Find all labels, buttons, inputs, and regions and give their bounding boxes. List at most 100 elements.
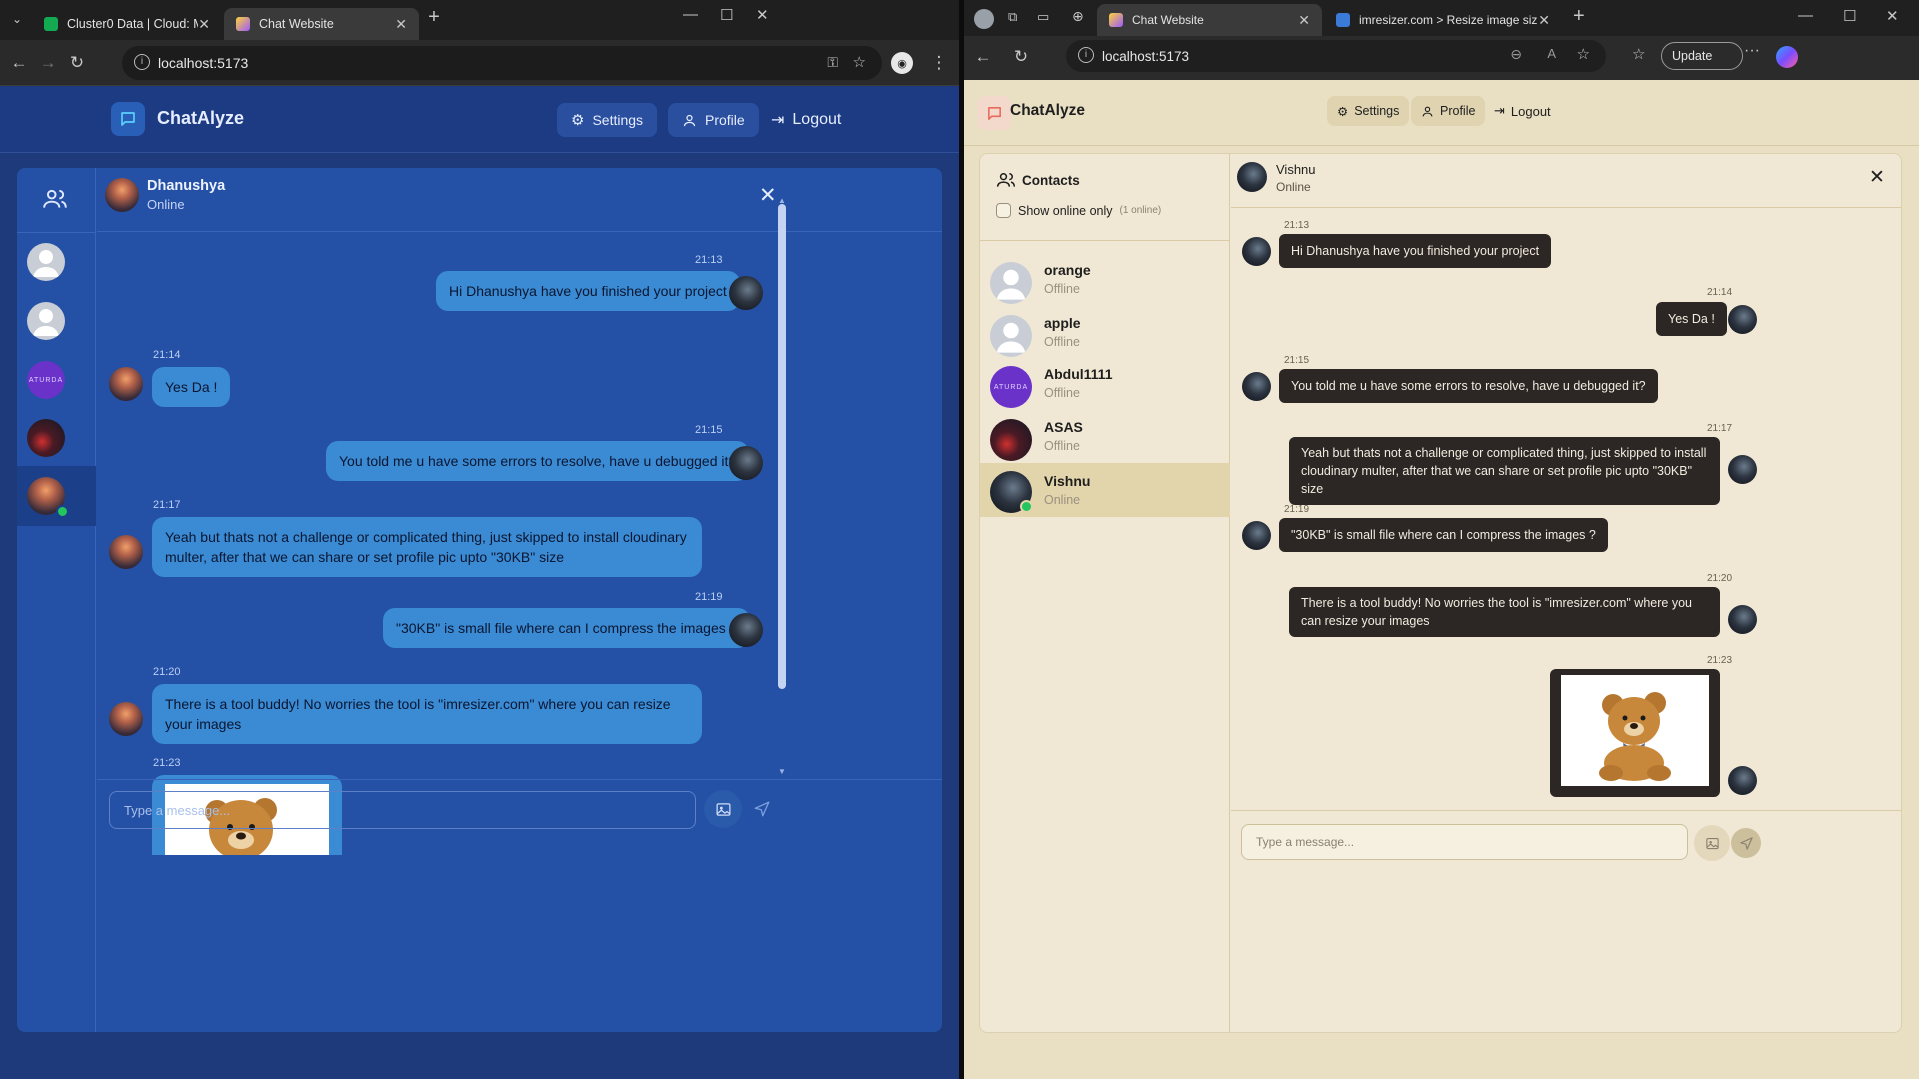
attach-image-button[interactable] bbox=[1694, 825, 1730, 861]
contact-avatar bbox=[990, 262, 1032, 304]
chat-window: Vishnu Online ✕ 21:13 Hi Dhanushya have … bbox=[1231, 154, 1901, 1032]
site-info-icon[interactable]: i bbox=[134, 54, 150, 70]
online-filter-checkbox[interactable] bbox=[996, 203, 1011, 218]
close-window-icon[interactable]: ✕ bbox=[756, 6, 769, 24]
update-label: Update bbox=[1672, 49, 1713, 63]
close-tab-icon[interactable]: ✕ bbox=[395, 16, 407, 33]
contact-status: Offline bbox=[1044, 386, 1080, 400]
contacts-title: Contacts bbox=[1022, 172, 1080, 188]
reload-icon[interactable]: ↻ bbox=[64, 50, 90, 76]
chat-container: ATURDA Dhanushya Online ✕ 21:13 Hi Dhanu… bbox=[17, 168, 942, 1032]
teddy-bear-image[interactable] bbox=[1561, 675, 1709, 786]
new-tab-icon[interactable]: + bbox=[1573, 5, 1585, 28]
tab-title: Chat Website bbox=[259, 17, 334, 31]
workspaces-icon[interactable]: ⧉ bbox=[1008, 9, 1017, 25]
brand-name[interactable]: ChatAlyze bbox=[1010, 102, 1085, 120]
forward-icon[interactable]: → bbox=[35, 50, 61, 76]
tab-actions-icon[interactable]: ▭ bbox=[1037, 9, 1049, 25]
sender-avatar bbox=[1728, 305, 1757, 334]
read-aloud-icon[interactable]: A bbox=[1547, 46, 1556, 61]
chat-logo-icon bbox=[977, 96, 1011, 130]
receiver-avatar bbox=[109, 367, 143, 401]
tab-search-icon[interactable]: ⌄ bbox=[4, 6, 30, 32]
chat-partner-name: Dhanushya bbox=[147, 178, 226, 194]
image-message[interactable] bbox=[1550, 669, 1720, 797]
tab-title: imresizer.com > Resize image siz bbox=[1359, 13, 1538, 27]
profile-avatar-icon[interactable]: ◉ bbox=[891, 52, 913, 74]
close-tab-icon[interactable]: ✕ bbox=[1298, 12, 1310, 29]
profile-avatar-icon[interactable] bbox=[974, 9, 994, 29]
minimize-icon[interactable]: — bbox=[1798, 7, 1813, 24]
contact-item-selected[interactable]: Vishnu Online bbox=[980, 463, 1230, 517]
contact-selected-highlight[interactable] bbox=[17, 466, 96, 526]
site-info-icon[interactable]: i bbox=[1078, 47, 1094, 63]
message-list: 21:13 Hi Dhanushya have you finished you… bbox=[97, 233, 942, 939]
message-bubble-sent: "30KB" is small file where can I compres… bbox=[383, 608, 751, 648]
favorite-star-icon[interactable]: ☆ bbox=[1577, 45, 1590, 63]
more-dots-icon[interactable]: ··· bbox=[1744, 42, 1760, 60]
contacts-icon[interactable] bbox=[42, 186, 68, 217]
tab-mongodb[interactable]: Cluster0 Data | Cloud: MongoD ✕ bbox=[32, 8, 222, 40]
chat-container: Contacts Show online only (1 online) ora… bbox=[979, 153, 1902, 1033]
scroll-up-arrow[interactable]: ▲ bbox=[778, 196, 786, 205]
back-icon[interactable]: ← bbox=[970, 44, 996, 70]
send-button[interactable] bbox=[1731, 828, 1761, 858]
message-bubble-sent: You told me u have some errors to resolv… bbox=[326, 441, 750, 481]
close-chat-icon[interactable]: ✕ bbox=[1869, 166, 1885, 189]
attach-image-button[interactable] bbox=[704, 790, 742, 828]
tab-chat-website[interactable]: Chat Website ✕ bbox=[1097, 4, 1322, 36]
contact-name: Vishnu bbox=[1044, 473, 1091, 489]
back-icon[interactable]: ← bbox=[6, 50, 32, 76]
message-input[interactable]: Type a message... bbox=[1241, 824, 1688, 860]
tab-chat-website[interactable]: Chat Website ✕ bbox=[224, 8, 419, 40]
favorites-icon[interactable]: ☆ bbox=[1632, 45, 1645, 63]
settings-button[interactable]: ⚙ Settings bbox=[557, 103, 658, 137]
logout-button[interactable]: ⇥ Logout bbox=[757, 103, 855, 137]
close-tab-icon[interactable]: ✕ bbox=[1538, 12, 1550, 29]
maximize-icon[interactable]: ☐ bbox=[720, 6, 733, 24]
reload-icon[interactable]: ↻ bbox=[1008, 44, 1034, 70]
contact-name: Abdul1111 bbox=[1044, 366, 1113, 382]
scroll-down-arrow[interactable]: ▼ bbox=[778, 767, 786, 776]
address-bar[interactable]: i localhost:5173 ⊖ A ☆ bbox=[1066, 40, 1606, 72]
globe-icon[interactable]: ⊕ bbox=[1072, 8, 1084, 25]
address-bar[interactable]: i localhost:5173 ⚿ ☆ bbox=[122, 46, 882, 80]
logout-button[interactable]: ⇥ Logout bbox=[1488, 96, 1557, 126]
image-icon bbox=[1705, 837, 1719, 849]
profile-button[interactable]: Profile bbox=[1411, 96, 1486, 126]
message-time: 21:23 bbox=[1707, 655, 1733, 666]
minimize-icon[interactable]: — bbox=[683, 6, 698, 23]
update-button[interactable]: Update bbox=[1661, 42, 1744, 70]
message-time: 21:17 bbox=[1707, 423, 1733, 434]
message-time: 21:14 bbox=[1707, 287, 1733, 298]
profile-button[interactable]: Profile bbox=[668, 103, 759, 137]
password-key-icon[interactable]: ⚿ bbox=[827, 54, 838, 71]
tab-title: Chat Website bbox=[1132, 13, 1204, 27]
close-chat-icon[interactable]: ✕ bbox=[759, 183, 777, 208]
contact-status: Offline bbox=[1044, 335, 1080, 349]
maximize-icon[interactable]: ☐ bbox=[1843, 7, 1856, 25]
close-window-icon[interactable]: ✕ bbox=[1886, 7, 1899, 25]
sender-avatar bbox=[729, 613, 763, 647]
brand-name[interactable]: ChatAlyze bbox=[157, 108, 244, 129]
close-tab-icon[interactable]: ✕ bbox=[198, 16, 210, 33]
copilot-icon[interactable] bbox=[1776, 46, 1798, 68]
message-input[interactable]: Type a message... bbox=[109, 791, 696, 829]
zoom-icon[interactable]: ⊖ bbox=[1510, 46, 1522, 63]
message-bubble-sent: Yes Da ! bbox=[1656, 302, 1727, 336]
contact-status: Offline bbox=[1044, 282, 1080, 296]
contact-avatar-orange[interactable] bbox=[27, 243, 65, 281]
online-count: (1 online) bbox=[1119, 205, 1162, 216]
send-button[interactable] bbox=[743, 790, 781, 828]
bookmark-star-icon[interactable]: ☆ bbox=[853, 53, 866, 71]
settings-label: Settings bbox=[1354, 104, 1400, 118]
tab-imresizer[interactable]: imresizer.com > Resize image siz ✕ bbox=[1324, 4, 1562, 36]
scrollbar-thumb[interactable] bbox=[778, 204, 786, 689]
chat-logo-icon bbox=[111, 102, 145, 136]
contact-avatar-abdul1111[interactable]: ATURDA bbox=[27, 361, 65, 399]
new-tab-icon[interactable]: + bbox=[421, 4, 447, 30]
menu-dots-icon[interactable]: ⋮ bbox=[926, 50, 952, 76]
contact-avatar-asas[interactable] bbox=[27, 419, 65, 457]
settings-button[interactable]: ⚙ Settings bbox=[1327, 96, 1410, 126]
contact-avatar-apple[interactable] bbox=[27, 302, 65, 340]
